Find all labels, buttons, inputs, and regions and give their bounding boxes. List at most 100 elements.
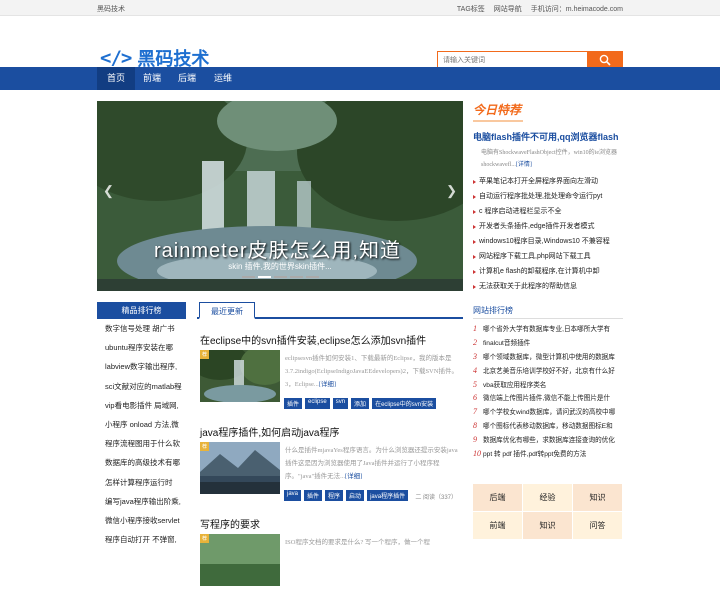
forest-waterfall-image: [200, 350, 280, 402]
list-item[interactable]: 程序流程图用于什么软: [97, 434, 186, 453]
tag[interactable]: 插件: [304, 490, 323, 501]
list-item[interactable]: 3 哪个领域数据库，微型计算机中使用的数据库: [473, 350, 623, 364]
article-more-link[interactable]: [详细]: [319, 381, 336, 388]
list-item[interactable]: 7 哪个学校女wind数据库，请问武汉的高校中哪: [473, 405, 623, 419]
list-item[interactable]: 6 微信端上传图片插件,微信不能上传图片是什: [473, 391, 623, 405]
slider-dot[interactable]: [241, 276, 255, 278]
mountain-lake-image: [200, 442, 280, 494]
tag-cell[interactable]: 经验: [523, 484, 573, 512]
tag[interactable]: 插件: [284, 398, 303, 409]
tag-cell[interactable]: 知识: [573, 484, 623, 512]
nav-backend[interactable]: 后端: [170, 67, 204, 90]
list-item[interactable]: 9 数据库优化有哪些，求数据库连接查询的优化: [473, 433, 623, 447]
list-item[interactable]: 无法获取关于此程序的帮助信息: [473, 279, 623, 294]
tab-latest[interactable]: 最近更新: [199, 302, 255, 319]
next-arrow-icon[interactable]: ❯: [446, 183, 457, 199]
article-title[interactable]: 写程序的要求: [200, 516, 260, 531]
article-more-link[interactable]: [详细]: [345, 473, 362, 480]
logo[interactable]: </> 黑码技术: [100, 47, 209, 70]
top-links: TAG标签 网站导航 手机访问：m.heimacode.com: [457, 4, 623, 14]
quality-ranking: 精品排行榜 数字信号处理 胡广书 ubuntu程序安装在哪 labview数字输…: [97, 302, 186, 549]
search-button[interactable]: [587, 52, 622, 68]
list-item[interactable]: 5 vba获取应用程序类名: [473, 378, 623, 392]
article-tags: java 插件 程序 启动 java程序插件: [284, 490, 409, 501]
list-item[interactable]: c 程序启动进程栏显示不全: [473, 204, 623, 219]
list-item[interactable]: 4 北京艺美音乐培训学校好不好，北京有什么好: [473, 364, 623, 378]
nav-frontend[interactable]: 前端: [135, 67, 169, 90]
search-input[interactable]: [438, 52, 587, 68]
recommend-flag: 荐: [200, 534, 210, 543]
banner-slider[interactable]: ❮ ❯ rainmeter皮肤怎么用,知道 skin 插件,我的世界skin插件…: [97, 101, 463, 291]
recommend-flag: 荐: [200, 350, 210, 359]
banner-title[interactable]: rainmeter皮肤怎么用,知道: [154, 234, 401, 263]
site-name: 黑码技术: [97, 6, 125, 13]
tag[interactable]: 启动: [346, 490, 365, 501]
list-item[interactable]: 1 哪个省外大学有数据库专业,日本哪所大学有: [473, 322, 623, 336]
list-item[interactable]: 微信小程序接收servlet: [97, 511, 186, 530]
list-item[interactable]: 数据库的高级技术有哪: [97, 453, 186, 472]
list-item[interactable]: 编写java程序输出阶乘,: [97, 492, 186, 511]
article-title[interactable]: 在eclipse中的svn插件安装,eclipse怎么添加svn插件: [200, 332, 426, 347]
tag-cell[interactable]: 知识: [523, 512, 573, 540]
list-item[interactable]: vip看电影插件 局域网,: [97, 396, 186, 415]
article-summary: ISO程序文档的要求是什么? 写一个程序，做一个程: [285, 539, 430, 546]
tag[interactable]: java: [284, 490, 302, 501]
tag[interactable]: 添加: [351, 398, 370, 409]
list-item[interactable]: 8 哪个图标代表移动数据库，移动数据图标E和: [473, 419, 623, 433]
site-ranking-list: 1 哪个省外大学有数据库专业,日本哪所大学有 2 finalcut音频插件 3 哪个领…: [473, 322, 623, 461]
banner-caption[interactable]: skin 插件,我的世界skin插件...: [97, 261, 463, 272]
slider-dot[interactable]: [289, 276, 303, 278]
article-thumbnail[interactable]: 荐: [200, 350, 280, 402]
slider-dot[interactable]: [305, 276, 319, 278]
tag-link[interactable]: TAG标签: [457, 4, 485, 14]
tag-cell[interactable]: 前端: [473, 512, 523, 540]
read-count: 二 阅读（337）: [415, 495, 457, 501]
list-item[interactable]: windows10程序目录,Windows10 不兼容程: [473, 234, 623, 249]
slider-dots: [97, 276, 463, 278]
list-item[interactable]: 自动运行程序批处理,批处理命令运行pyt: [473, 189, 623, 204]
list-item[interactable]: ubuntu程序安装在哪: [97, 338, 186, 357]
prev-arrow-icon[interactable]: ❮: [103, 183, 114, 199]
main-nav: 首页 前端 后端 运维: [0, 67, 720, 90]
article-thumbnail[interactable]: 荐: [200, 534, 280, 586]
latest-tabs: 最近更新: [197, 302, 463, 319]
list-item[interactable]: 网站程序下载工具,php网站下载工具: [473, 249, 623, 264]
today-badge: 今日特荐: [473, 103, 522, 117]
slider-dot[interactable]: [273, 276, 287, 278]
list-item[interactable]: 计算机e flash的卸载程序,在计算机中卸: [473, 264, 623, 279]
list-item[interactable]: labview数字输出程序,: [97, 357, 186, 376]
list-item[interactable]: 怎样计算程序运行时: [97, 473, 186, 492]
list-item[interactable]: 2 finalcut音频插件: [473, 336, 623, 350]
list-item[interactable]: 苹果笔记本打开全屏程序界面向左滑动: [473, 174, 623, 189]
tag[interactable]: 在eclipse中的svn安装: [372, 398, 437, 409]
list-item[interactable]: 开发者头条插件,edge插件开发者模式: [473, 219, 623, 234]
tag[interactable]: java程序插件: [367, 490, 409, 501]
list-item[interactable]: 10 ppt 转 pdf 插件,pdf转ppt免费的方法: [473, 447, 623, 461]
nav-home[interactable]: 首页: [97, 67, 135, 90]
latest-updates: 最近更新 在eclipse中的svn插件安装,eclipse怎么添加svn插件 …: [197, 302, 463, 595]
site-ranking-title: 网站排行榜: [473, 302, 623, 319]
today-headline[interactable]: 电脑flash插件不可用,qq浏览器flash: [473, 130, 623, 143]
slider-dot-active[interactable]: [257, 276, 271, 278]
tag[interactable]: svn: [332, 398, 349, 409]
tag[interactable]: eclipse: [305, 398, 330, 409]
site-ranking: 网站排行榜 1 哪个省外大学有数据库专业,日本哪所大学有 2 finalcut音频插…: [473, 302, 623, 461]
tag[interactable]: 程序: [325, 490, 344, 501]
article-thumbnail[interactable]: 荐: [200, 442, 280, 494]
nav-ops[interactable]: 运维: [206, 67, 240, 90]
mobile-access[interactable]: 手机访问：m.heimacode.com: [531, 4, 623, 14]
tag-cell[interactable]: 后端: [473, 484, 523, 512]
search-icon: [599, 54, 611, 66]
list-item[interactable]: 数字信号处理 胡广书: [97, 319, 186, 338]
list-item[interactable]: 小程序 onload 方法,微: [97, 415, 186, 434]
tag-cell[interactable]: 问答: [573, 512, 623, 540]
header: </> 黑码技术: [0, 16, 720, 70]
today-more-link[interactable]: [详情]: [516, 162, 532, 168]
top-bar: 黑码技术 TAG标签 网站导航 手机访问：m.heimacode.com: [0, 0, 720, 16]
article-title[interactable]: java程序插件,如何启动java程序: [200, 424, 339, 439]
article-tags: 插件 eclipse svn 添加 在eclipse中的svn安装: [284, 398, 437, 409]
site-nav-link[interactable]: 网站导航: [494, 4, 522, 14]
recommend-flag: 荐: [200, 442, 210, 451]
tag-grid: 后端 经验 知识 前端 知识 问答: [473, 484, 623, 540]
list-item[interactable]: sci文献对应的matlab程: [97, 377, 186, 396]
